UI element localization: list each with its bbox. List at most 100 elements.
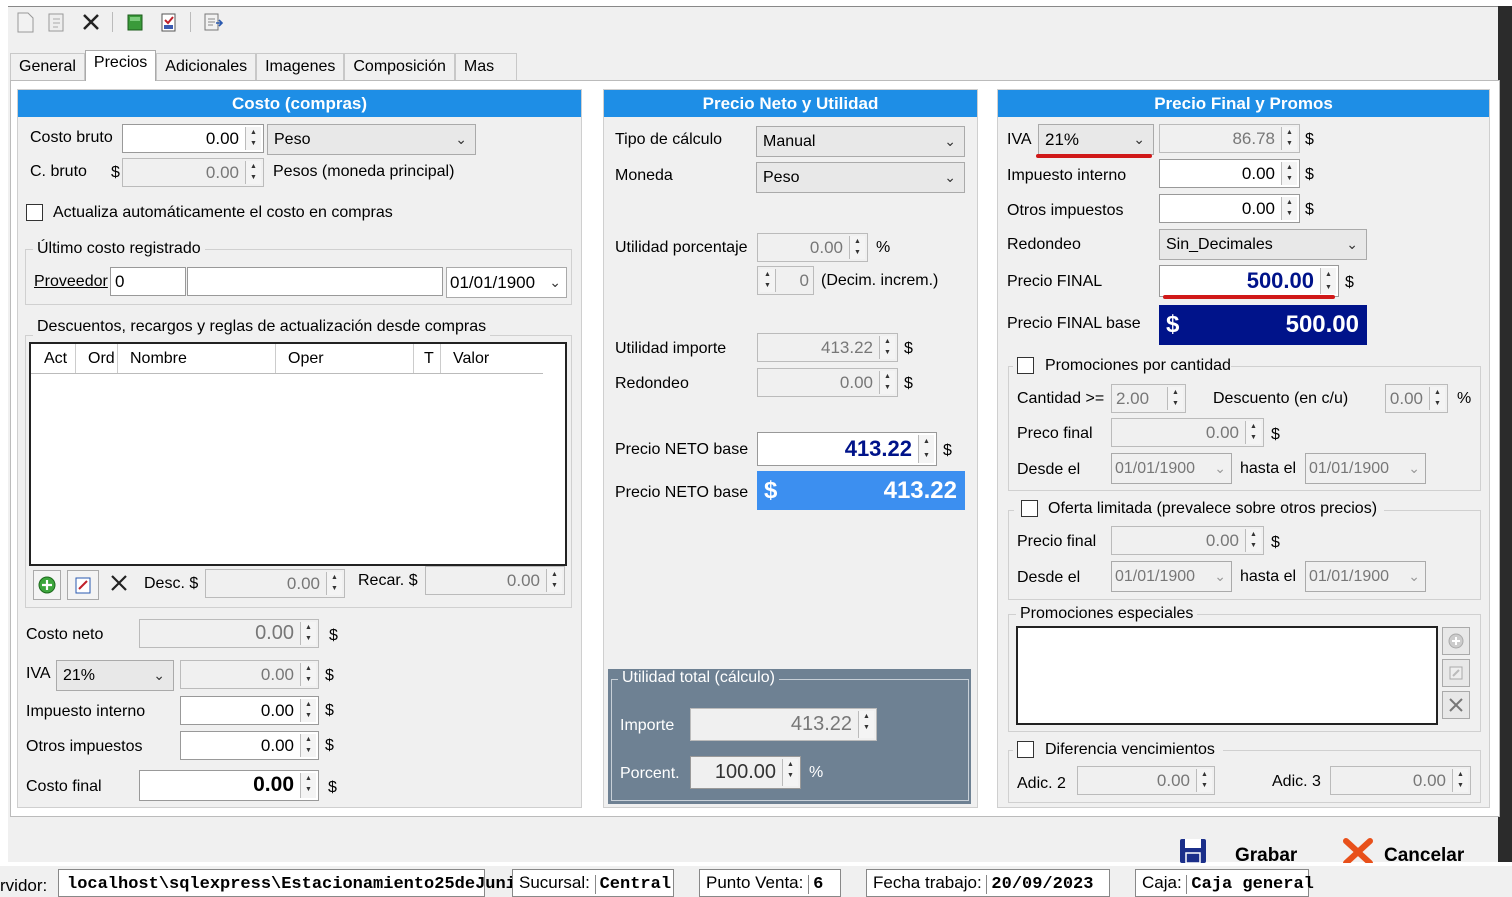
- edit-icon[interactable]: [1442, 659, 1470, 687]
- costo-bruto-input[interactable]: 0.00 ▲ ▼: [122, 124, 264, 153]
- decim-increm-input[interactable]: ▲ ▼ 0: [757, 266, 814, 295]
- spinner-icon[interactable]: ▲ ▼: [849, 236, 865, 259]
- costo-otros-impuestos-input[interactable]: 0.00 ▲ ▼: [180, 731, 319, 760]
- spinner-icon[interactable]: ▲ ▼: [879, 336, 895, 359]
- spinner-icon[interactable]: ▲ ▼: [782, 759, 798, 786]
- hasta-date-picker[interactable]: 01/01/1900 ⌄: [1305, 453, 1426, 484]
- spinner-icon[interactable]: ▲ ▼: [300, 663, 316, 686]
- grabar-button[interactable]: Grabar: [1177, 837, 1317, 866]
- promo-especiales-list[interactable]: [1016, 626, 1438, 725]
- promo-cantidad-checkbox[interactable]: [1017, 357, 1034, 374]
- costo-impuesto-interno-input[interactable]: 0.00 ▲ ▼: [180, 696, 319, 725]
- oferta-precio-input[interactable]: 0.00 ▲ ▼: [1111, 526, 1264, 555]
- actualiza-checkbox[interactable]: [26, 204, 43, 221]
- diferencia-checkbox[interactable]: [1017, 741, 1034, 758]
- spinner-icon[interactable]: ▲ ▼: [918, 435, 934, 463]
- proveedor-name-input[interactable]: [187, 267, 443, 296]
- spinner-icon[interactable]: ▲ ▼: [879, 371, 895, 394]
- spinner-icon[interactable]: ▲ ▼: [1281, 197, 1297, 220]
- add-icon[interactable]: [1442, 627, 1470, 655]
- preco-final-input[interactable]: 0.00 ▲ ▼: [1111, 418, 1264, 447]
- column-oper[interactable]: Oper: [276, 344, 414, 373]
- spinner-icon[interactable]: ▲ ▼: [245, 127, 261, 150]
- tab-precios[interactable]: Precios: [84, 50, 157, 81]
- spinner-icon[interactable]: ▲ ▼: [1196, 769, 1212, 792]
- costo-iva-amount-input[interactable]: 0.00 ▲ ▼: [180, 660, 319, 689]
- spinner-icon[interactable]: ▲ ▼: [760, 269, 776, 292]
- tab-composicion[interactable]: Composición: [344, 53, 455, 81]
- oferta-hasta-date-picker[interactable]: 01/01/1900 ⌄: [1305, 561, 1426, 592]
- c-bruto-input[interactable]: 0.00 ▲ ▼: [122, 158, 264, 187]
- edit-icon[interactable]: [67, 570, 99, 600]
- oferta-checkbox[interactable]: [1021, 500, 1038, 517]
- ultimo-fecha-picker[interactable]: 01/01/1900 ⌄: [446, 267, 567, 298]
- precio-final-input[interactable]: 500.00 ▲ ▼: [1159, 265, 1339, 297]
- edit-document-icon[interactable]: [44, 9, 70, 35]
- costo-iva-select[interactable]: 21% ⌄: [56, 660, 174, 691]
- cantidad-input[interactable]: 2.00 ▲ ▼: [1111, 384, 1186, 413]
- costo-neto-input[interactable]: 0.00 ▲ ▼: [139, 619, 319, 648]
- column-t[interactable]: T: [414, 344, 441, 373]
- spinner-icon[interactable]: ▲ ▼: [1281, 162, 1297, 185]
- spinner-icon[interactable]: ▲ ▼: [858, 711, 874, 738]
- desc-input[interactable]: 0.00 ▲ ▼: [205, 569, 345, 598]
- spinner-icon[interactable]: ▲ ▼: [245, 161, 261, 184]
- final-iva-amount-input[interactable]: 86.78 ▲ ▼: [1159, 124, 1300, 153]
- precio-final-value: 500.00: [1246, 268, 1314, 293]
- descuento-input[interactable]: 0.00 ▲ ▼: [1385, 384, 1448, 413]
- spinner-icon[interactable]: ▲ ▼: [1245, 421, 1261, 444]
- column-nombre[interactable]: Nombre: [118, 344, 276, 373]
- final-redondeo-select[interactable]: Sin_Decimales ⌄: [1159, 229, 1367, 260]
- remove-icon[interactable]: [104, 568, 134, 598]
- neto-redondeo-input[interactable]: 0.00 ▲ ▼: [757, 368, 898, 397]
- column-ord[interactable]: Ord: [76, 344, 118, 373]
- precio-neto-base-input[interactable]: 413.22 ▲ ▼: [757, 432, 937, 466]
- oferta-desde-value: 01/01/1900: [1115, 568, 1196, 585]
- adic2-input[interactable]: 0.00 ▲ ▼: [1077, 766, 1215, 795]
- spinner-icon[interactable]: ▲ ▼: [300, 734, 316, 757]
- utilidad-porcentaje-input[interactable]: 0.00 ▲ ▼: [757, 233, 868, 262]
- recar-input[interactable]: 0.00 ▲ ▼: [425, 566, 565, 595]
- costo-final-input[interactable]: 0.00 ▲ ▼: [139, 770, 319, 801]
- remove-icon[interactable]: [1442, 691, 1470, 719]
- spinner-icon[interactable]: ▲ ▼: [326, 572, 342, 595]
- spinner-icon[interactable]: ▲ ▼: [1245, 529, 1261, 552]
- final-impuesto-interno-input[interactable]: 0.00 ▲ ▼: [1159, 159, 1300, 188]
- new-document-icon[interactable]: [12, 9, 38, 35]
- book-green-icon[interactable]: [122, 9, 148, 35]
- tab-adicionales[interactable]: Adicionales: [156, 53, 257, 81]
- costo-moneda-select[interactable]: Peso ⌄: [267, 124, 476, 155]
- spinner-icon[interactable]: ▲ ▼: [1429, 387, 1445, 410]
- tab-imagenes[interactable]: Imagenes: [256, 53, 345, 81]
- delete-icon[interactable]: [78, 9, 104, 35]
- column-valor[interactable]: Valor: [441, 344, 543, 373]
- spinner-icon[interactable]: ▲ ▼: [300, 622, 316, 645]
- export-icon[interactable]: [200, 9, 226, 35]
- final-otros-impuestos-input[interactable]: 0.00 ▲ ▼: [1159, 194, 1300, 223]
- spinner-icon[interactable]: ▲ ▼: [300, 773, 316, 798]
- spinner-icon[interactable]: ▲ ▼: [1320, 268, 1336, 294]
- add-icon[interactable]: [33, 570, 61, 600]
- tab-general[interactable]: General: [10, 53, 85, 81]
- report-icon[interactable]: [156, 9, 182, 35]
- moneda-select[interactable]: Peso ⌄: [756, 162, 965, 193]
- final-iva-select[interactable]: 21% ⌄: [1038, 124, 1154, 155]
- proveedor-link[interactable]: Proveedor: [34, 273, 108, 291]
- utilidad-importe-input[interactable]: 413.22 ▲ ▼: [757, 333, 898, 362]
- tab-mas[interactable]: Mas: [454, 53, 518, 81]
- descuentos-grid[interactable]: Act Ord Nombre Oper T Valor: [29, 342, 567, 566]
- spinner-icon[interactable]: ▲ ▼: [1167, 387, 1183, 410]
- cancelar-button[interactable]: Cancelar: [1342, 837, 1482, 866]
- spinner-icon[interactable]: ▲ ▼: [546, 569, 562, 592]
- desde-date-picker[interactable]: 01/01/1900 ⌄: [1111, 453, 1232, 484]
- oferta-desde-date-picker[interactable]: 01/01/1900 ⌄: [1111, 561, 1232, 592]
- spinner-icon[interactable]: ▲ ▼: [1281, 127, 1297, 150]
- tipo-calculo-select[interactable]: Manual ⌄: [756, 126, 965, 157]
- importe-input[interactable]: 413.22 ▲ ▼: [690, 708, 877, 741]
- column-act[interactable]: Act: [31, 344, 76, 373]
- proveedor-code-input[interactable]: 0: [110, 267, 186, 296]
- spinner-icon[interactable]: ▲ ▼: [300, 699, 316, 722]
- porcent-input[interactable]: 100.00 ▲ ▼: [690, 756, 801, 789]
- adic3-input[interactable]: 0.00 ▲ ▼: [1330, 766, 1471, 795]
- spinner-icon[interactable]: ▲ ▼: [1452, 769, 1468, 792]
